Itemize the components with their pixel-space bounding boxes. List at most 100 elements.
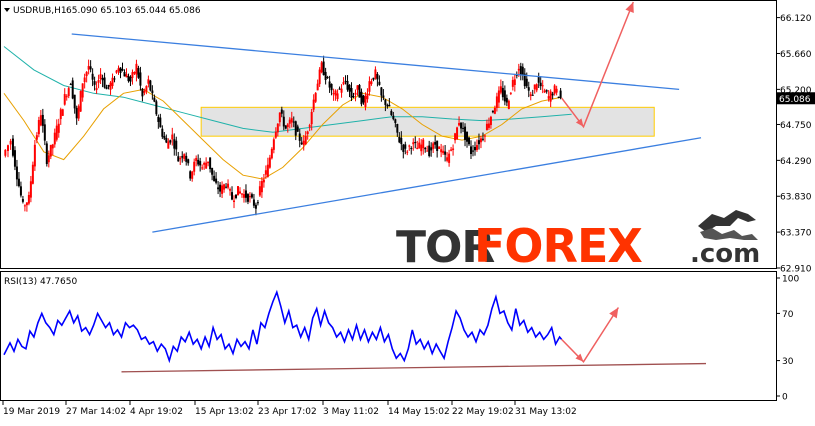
candle xyxy=(225,183,228,189)
candle-body xyxy=(507,100,510,109)
candle-body xyxy=(77,106,80,119)
candle-body xyxy=(501,87,504,98)
candle xyxy=(374,66,377,80)
candle-body xyxy=(254,204,257,209)
candle xyxy=(197,154,200,167)
rsi-forecast-arrow-head xyxy=(609,307,619,319)
candle-body xyxy=(274,132,277,138)
candle xyxy=(541,80,544,94)
candle-body xyxy=(105,86,108,90)
candle xyxy=(366,88,369,103)
candle xyxy=(9,138,12,150)
candle xyxy=(432,141,435,153)
candle-body xyxy=(517,68,520,71)
candle-body xyxy=(402,144,405,152)
candle xyxy=(231,186,234,201)
candle xyxy=(422,137,425,155)
candle-body xyxy=(197,159,200,165)
candle xyxy=(270,147,273,160)
candle xyxy=(213,170,216,182)
candle-body xyxy=(466,131,469,142)
candle xyxy=(344,75,347,85)
candle xyxy=(533,84,536,94)
candle xyxy=(161,125,164,139)
candle-body xyxy=(288,119,291,124)
watermark-forex: FOREX xyxy=(474,219,642,273)
candle-body xyxy=(191,171,194,179)
candle-body xyxy=(414,141,417,143)
time-tick-label: 19 Mar 2019 xyxy=(3,407,60,417)
candle-body xyxy=(348,84,351,92)
candle-body xyxy=(366,93,369,100)
rsi-tick-label: 100 xyxy=(782,275,799,285)
candle xyxy=(229,187,232,196)
candle xyxy=(53,128,56,148)
dropdown-triangle-icon[interactable] xyxy=(4,8,10,12)
candle xyxy=(33,140,36,171)
candle xyxy=(69,82,72,86)
candle-body xyxy=(370,81,373,85)
candle-body xyxy=(396,123,399,133)
candle-body xyxy=(246,194,249,202)
candle xyxy=(119,67,122,79)
candle xyxy=(258,180,261,197)
price-axis: 66.12065.66065.20064.75064.29063.83063.3… xyxy=(776,14,812,275)
candle-body xyxy=(238,191,241,194)
candle-body xyxy=(173,139,176,149)
time-tick-label: 3 May 11:02 xyxy=(323,407,379,417)
candle xyxy=(193,158,196,176)
candle xyxy=(511,76,514,91)
candle xyxy=(89,60,92,73)
candle-body xyxy=(231,192,234,200)
lower-trendline xyxy=(152,137,702,233)
candle-body xyxy=(388,104,391,107)
candle-body xyxy=(338,88,341,90)
candle xyxy=(191,170,194,182)
time-tick-label: 22 May 19:02 xyxy=(452,407,514,417)
candle-body xyxy=(294,121,297,136)
candle-body xyxy=(155,101,158,115)
candle xyxy=(527,81,530,98)
rsi-tick-label: 30 xyxy=(782,357,794,367)
candle-body xyxy=(57,123,60,133)
candle-body xyxy=(378,81,381,85)
candle xyxy=(29,175,32,203)
candle-body xyxy=(470,146,473,154)
candle xyxy=(406,150,409,156)
chart-header: USDRUB,H1 65.090 65.103 65.044 65.086 RS… xyxy=(4,6,201,287)
candle xyxy=(171,127,174,146)
candle-body xyxy=(412,142,415,145)
candle xyxy=(551,91,554,100)
candle xyxy=(501,81,504,101)
candle-body xyxy=(213,175,216,182)
candle-body xyxy=(33,144,36,167)
candle xyxy=(266,157,269,178)
candle xyxy=(185,152,188,166)
candle-body xyxy=(559,90,562,98)
candle xyxy=(25,202,28,212)
candle-body xyxy=(183,154,186,159)
candle-body xyxy=(205,162,208,169)
candle xyxy=(139,66,142,91)
candle xyxy=(268,154,271,169)
candle-body xyxy=(432,143,435,149)
candle-body xyxy=(394,119,397,123)
candle-body xyxy=(380,87,383,96)
candle xyxy=(503,85,506,106)
time-tick-label: 14 May 15:02 xyxy=(388,407,450,417)
candle-body xyxy=(193,161,196,172)
candle-body xyxy=(201,167,204,169)
candle-body xyxy=(284,125,287,129)
candle xyxy=(426,145,429,152)
candle xyxy=(535,83,538,93)
candle xyxy=(177,151,180,162)
candle-body xyxy=(318,69,321,85)
candle-body xyxy=(328,81,331,88)
candle xyxy=(75,105,78,125)
candle xyxy=(356,85,359,96)
candle xyxy=(450,146,453,152)
candle-body xyxy=(481,138,484,140)
candle-body xyxy=(312,99,315,110)
candle xyxy=(436,140,439,158)
candle xyxy=(123,69,126,77)
